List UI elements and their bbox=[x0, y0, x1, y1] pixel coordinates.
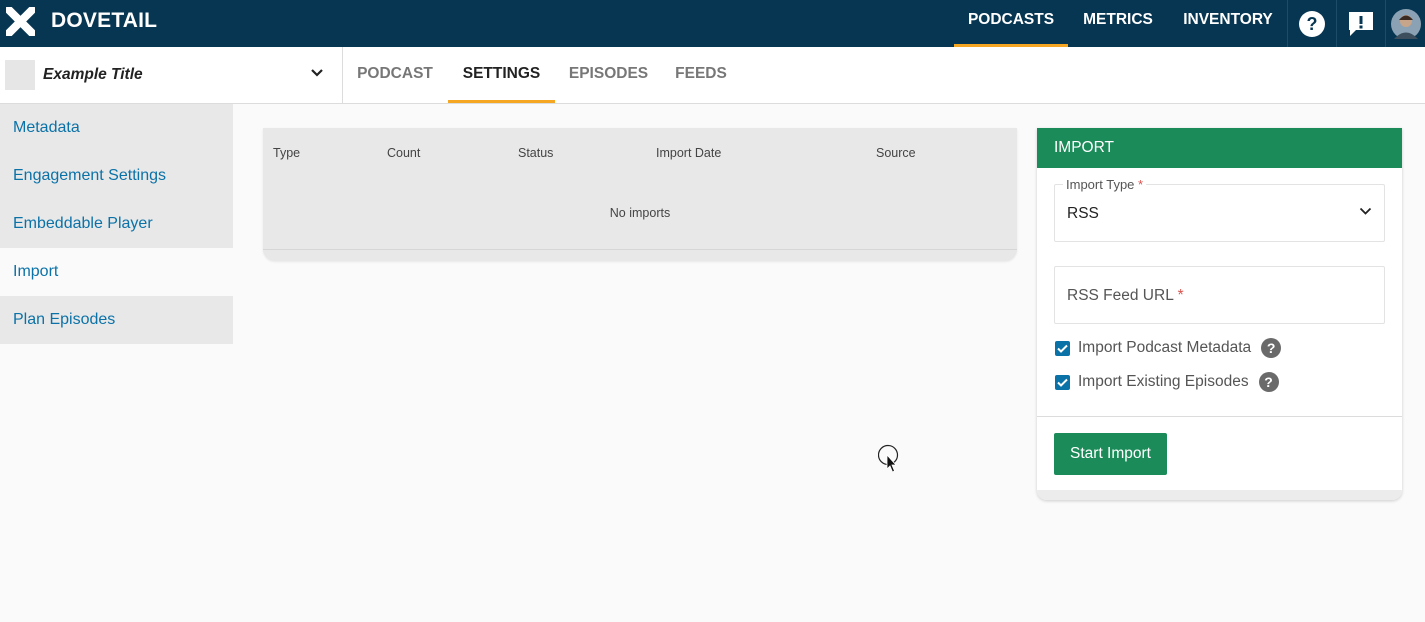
help-icon[interactable]: ? bbox=[1261, 338, 1282, 358]
nav-metrics[interactable]: METRICS bbox=[1070, 0, 1166, 47]
import-existing-episodes-row: Import Existing Episodes ? bbox=[1055, 372, 1279, 392]
column-header-status[interactable]: Status bbox=[518, 146, 553, 160]
import-podcast-metadata-label: Import Podcast Metadata bbox=[1078, 339, 1252, 356]
podcast-selector[interactable]: Example Title bbox=[0, 47, 343, 103]
column-header-source[interactable]: Source bbox=[876, 146, 916, 160]
sub-header: Example Title PODCAST SETTINGS EPISODES … bbox=[0, 47, 1425, 104]
import-podcast-metadata-row: Import Podcast Metadata ? bbox=[1055, 338, 1282, 358]
help-button[interactable]: ? bbox=[1288, 0, 1336, 47]
sidebar-item-import[interactable]: Import bbox=[0, 248, 233, 296]
column-header-count[interactable]: Count bbox=[387, 146, 420, 160]
chevron-down-icon bbox=[1359, 207, 1372, 215]
rss-feed-url-label: RSS Feed URL * bbox=[1067, 287, 1184, 304]
column-header-import-date[interactable]: Import Date bbox=[656, 146, 721, 160]
sidebar-item-embeddable-player[interactable]: Embeddable Player bbox=[0, 200, 233, 248]
tab-podcast[interactable]: PODCAST bbox=[343, 47, 447, 103]
sidebar-item-metadata[interactable]: Metadata bbox=[0, 104, 233, 152]
user-menu-button[interactable] bbox=[1386, 0, 1425, 47]
start-import-button[interactable]: Start Import bbox=[1054, 433, 1167, 475]
svg-text:?: ? bbox=[1307, 14, 1318, 34]
chevron-down-icon bbox=[311, 69, 323, 77]
column-header-type[interactable]: Type bbox=[273, 146, 300, 160]
podcast-title: Example Title bbox=[43, 66, 143, 83]
nav-podcasts[interactable]: PODCASTS bbox=[954, 0, 1068, 47]
checkmark-icon bbox=[1057, 344, 1068, 353]
sidebar-item-plan-episodes[interactable]: Plan Episodes bbox=[0, 296, 233, 344]
import-panel: IMPORT Import Type * RSS RSS Feed URL * … bbox=[1037, 128, 1402, 500]
podcast-thumbnail bbox=[5, 60, 35, 90]
feedback-button[interactable] bbox=[1337, 0, 1385, 47]
import-panel-title: IMPORT bbox=[1037, 128, 1402, 168]
import-existing-episodes-checkbox[interactable] bbox=[1055, 374, 1070, 390]
required-mark: * bbox=[1177, 287, 1184, 304]
import-type-select[interactable]: Import Type * RSS bbox=[1054, 177, 1385, 242]
brand-name: DOVETAIL bbox=[51, 9, 158, 32]
settings-sidebar: Metadata Engagement Settings Embeddable … bbox=[0, 104, 233, 344]
import-existing-episodes-label: Import Existing Episodes bbox=[1078, 373, 1249, 390]
top-navigation-bar: DOVETAIL PODCASTS METRICS INVENTORY ? bbox=[0, 0, 1425, 47]
mouse-cursor-icon bbox=[878, 444, 899, 473]
tab-episodes[interactable]: EPISODES bbox=[556, 47, 661, 103]
help-icon: ? bbox=[1299, 10, 1325, 37]
import-podcast-metadata-checkbox[interactable] bbox=[1055, 340, 1070, 356]
tab-feeds[interactable]: FEEDS bbox=[662, 47, 740, 103]
panel-footer bbox=[1037, 490, 1402, 500]
brand-logo[interactable]: DOVETAIL bbox=[6, 6, 157, 36]
checkmark-icon bbox=[1057, 378, 1068, 387]
import-type-value: RSS bbox=[1067, 205, 1099, 222]
empty-table-message: No imports bbox=[609, 206, 671, 220]
panel-divider bbox=[1037, 416, 1402, 417]
table-footer-divider bbox=[263, 249, 1017, 250]
import-type-label: Import Type * bbox=[1063, 177, 1147, 192]
imports-table: Type Count Status Import Date Source No … bbox=[263, 128, 1017, 261]
nav-inventory[interactable]: INVENTORY bbox=[1170, 0, 1286, 47]
tab-settings[interactable]: SETTINGS bbox=[448, 47, 555, 103]
required-mark: * bbox=[1138, 177, 1144, 192]
help-icon[interactable]: ? bbox=[1258, 372, 1279, 392]
feedback-icon bbox=[1349, 11, 1373, 36]
rss-feed-url-field[interactable]: RSS Feed URL * bbox=[1054, 266, 1385, 324]
user-avatar bbox=[1390, 8, 1421, 39]
dovetail-logo-icon bbox=[6, 6, 35, 36]
sidebar-item-engagement-settings[interactable]: Engagement Settings bbox=[0, 152, 233, 200]
